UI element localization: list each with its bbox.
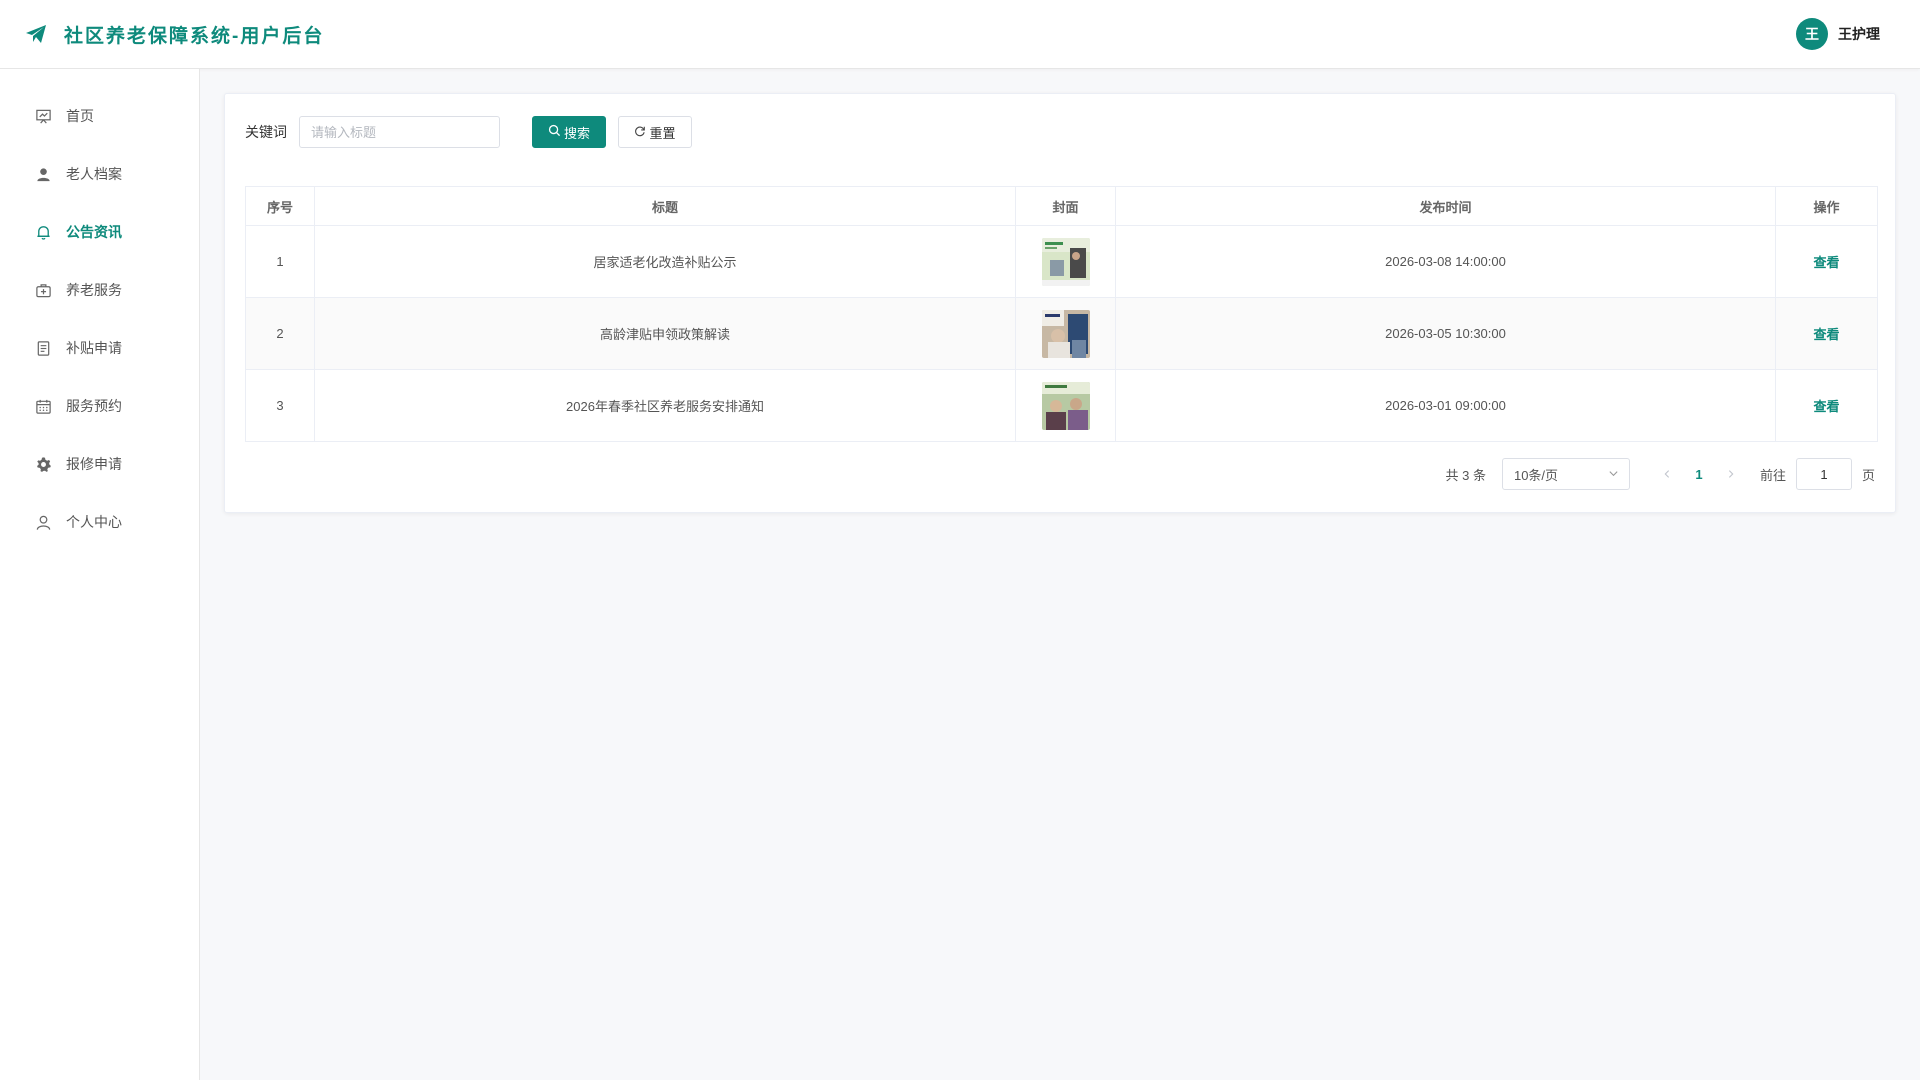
view-link[interactable]: 查看 — [1813, 255, 1839, 270]
cell-published: 2026-03-01 09:00:00 — [1115, 369, 1776, 442]
sidebar-item-announcements[interactable]: 公告资讯 — [0, 203, 199, 261]
goto-label: 前往 — [1759, 467, 1786, 483]
cell-index: 1 — [245, 225, 315, 298]
next-page-button[interactable] — [1716, 466, 1746, 482]
page-number-current[interactable]: 1 — [1682, 467, 1716, 482]
pagination: 共 3 条 10条/页 1 前往 页 — [1445, 458, 1875, 490]
column-header-published: 发布时间 — [1115, 186, 1776, 226]
sidebar-item-label: 补贴申请 — [66, 340, 122, 356]
page-size-select[interactable]: 10条/页 — [1501, 458, 1630, 490]
search-bar: 关键词 搜索 重置 — [245, 116, 1875, 148]
cell-title: 2026年春季社区养老服务安排通知 — [314, 369, 1016, 442]
avatar[interactable]: 王 — [1796, 18, 1828, 50]
cell-index: 2 — [245, 297, 315, 370]
medical-box-icon — [34, 281, 52, 299]
cell-published: 2026-03-05 10:30:00 — [1115, 297, 1776, 370]
page-unit-label: 页 — [1861, 467, 1875, 483]
sidebar-item-profile[interactable]: 个人中心 — [0, 493, 199, 551]
sidebar-item-subsidy[interactable]: 补贴申请 — [0, 319, 199, 377]
reset-button-label: 重置 — [649, 125, 676, 141]
sidebar-item-label: 首页 — [66, 108, 94, 124]
table-row: 3 2026年春季社区养老服务安排通知 2026-03-01 09:00:00 … — [245, 369, 1878, 442]
cover-thumbnail[interactable] — [1041, 237, 1090, 286]
announcement-table: 序号 标题 封面 发布时间 操作 1 居家适老化改造补贴公示 2026-03-0… — [245, 186, 1878, 442]
paper-plane-icon — [24, 21, 50, 47]
user-name[interactable]: 王护理 — [1838, 24, 1880, 44]
table-row: 1 居家适老化改造补贴公示 2026-03-08 14:00:00 查看 — [245, 225, 1878, 298]
reset-button[interactable]: 重置 — [618, 116, 692, 148]
search-button[interactable]: 搜索 — [532, 116, 606, 148]
sidebar-item-elder-services[interactable]: 养老服务 — [0, 261, 199, 319]
top-header: 社区养老保障系统-用户后台 王 王护理 — [0, 0, 1920, 69]
app-title: 社区养老保障系统-用户后台 — [64, 25, 325, 47]
document-icon — [34, 339, 52, 357]
view-link[interactable]: 查看 — [1813, 399, 1839, 414]
chevron-right-icon — [1728, 470, 1734, 478]
sidebar-item-label: 养老服务 — [66, 282, 122, 298]
content-card: 关键词 搜索 重置 序号 标题 封面 发布时间 操作 — [224, 93, 1896, 513]
person-outline-icon — [34, 513, 52, 531]
bell-icon — [34, 223, 52, 241]
refresh-icon — [634, 125, 646, 140]
chevron-down-icon — [1608, 467, 1619, 482]
table-row: 2 高龄津贴申领政策解读 2026-03-05 10:30:00 查看 — [245, 297, 1878, 370]
sidebar-item-elder-profile[interactable]: 老人档案 — [0, 145, 199, 203]
search-icon — [548, 124, 561, 140]
calendar-icon — [34, 397, 52, 415]
sidebar-item-label: 报修申请 — [66, 456, 122, 472]
presentation-icon — [34, 107, 52, 125]
search-button-label: 搜索 — [563, 125, 590, 141]
cell-title: 居家适老化改造补贴公示 — [314, 225, 1016, 298]
gear-icon — [34, 455, 52, 473]
cover-thumbnail[interactable] — [1041, 381, 1090, 430]
sidebar-item-home[interactable]: 首页 — [0, 87, 199, 145]
column-header-title: 标题 — [314, 186, 1016, 226]
cell-published: 2026-03-08 14:00:00 — [1115, 225, 1776, 298]
sidebar-item-label: 个人中心 — [66, 514, 122, 530]
user-icon — [34, 165, 52, 183]
pagination-total: 共 3 条 — [1445, 467, 1486, 483]
prev-page-button[interactable] — [1652, 466, 1682, 482]
keyword-label: 关键词 — [245, 124, 287, 140]
sidebar-item-label: 老人档案 — [66, 166, 122, 182]
view-link[interactable]: 查看 — [1813, 327, 1839, 342]
user-menu[interactable]: 王 王护理 — [1796, 18, 1880, 50]
column-header-action: 操作 — [1775, 186, 1878, 226]
cover-thumbnail[interactable] — [1041, 309, 1090, 358]
sidebar-item-repair[interactable]: 报修申请 — [0, 435, 199, 493]
sidebar: 首页 老人档案 公告资讯 养老服务 补贴申请 服务预约 报修申请 个人中心 — [0, 69, 200, 1080]
sidebar-item-label: 公告资讯 — [66, 224, 122, 240]
keyword-input[interactable] — [299, 116, 500, 148]
cell-index: 3 — [245, 369, 315, 442]
column-header-cover: 封面 — [1015, 186, 1116, 226]
cell-title: 高龄津贴申领政策解读 — [314, 297, 1016, 370]
goto-page-input[interactable] — [1795, 458, 1852, 490]
sidebar-item-booking[interactable]: 服务预约 — [0, 377, 199, 435]
sidebar-item-label: 服务预约 — [66, 398, 122, 414]
column-header-index: 序号 — [245, 186, 315, 226]
chevron-left-icon — [1664, 470, 1670, 478]
page-size-value: 10条/页 — [1513, 467, 1559, 483]
table-header-row: 序号 标题 封面 发布时间 操作 — [245, 186, 1878, 226]
brand: 社区养老保障系统-用户后台 — [24, 21, 324, 48]
